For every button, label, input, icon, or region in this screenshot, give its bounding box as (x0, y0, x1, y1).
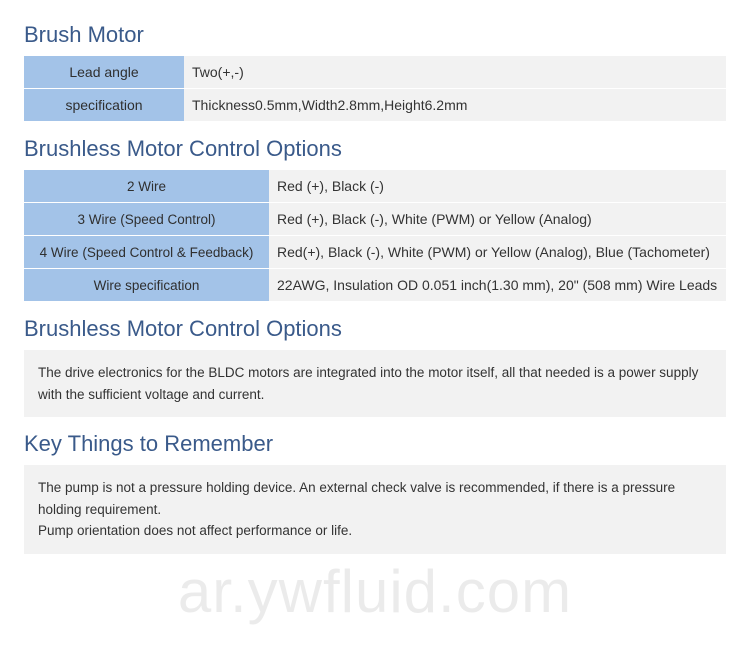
key-things-text: The pump is not a pressure holding devic… (24, 465, 726, 554)
brushless-options-table: 2 Wire Red (+), Black (-) 3 Wire (Speed … (24, 170, 726, 302)
row-value: Red(+), Black (-), White (PWM) or Yellow… (269, 236, 726, 269)
row-label: 4 Wire (Speed Control & Feedback) (24, 236, 269, 269)
key-things-title: Key Things to Remember (24, 431, 726, 457)
brushless-desc-title: Brushless Motor Control Options (24, 316, 726, 342)
row-label: Lead angle (24, 56, 184, 89)
row-label: Wire specification (24, 269, 269, 302)
row-value: 22AWG, Insulation OD 0.051 inch(1.30 mm)… (269, 269, 726, 302)
row-label: 2 Wire (24, 170, 269, 203)
row-label: specification (24, 89, 184, 122)
row-value: Red (+), Black (-) (269, 170, 726, 203)
row-label: 3 Wire (Speed Control) (24, 203, 269, 236)
key-things-line: The pump is not a pressure holding devic… (38, 477, 712, 520)
table-row: Lead angle Two(+,-) (24, 56, 726, 89)
brush-motor-table: Lead angle Two(+,-) specification Thickn… (24, 56, 726, 122)
table-row: 2 Wire Red (+), Black (-) (24, 170, 726, 203)
brushless-options-title: Brushless Motor Control Options (24, 136, 726, 162)
row-value: Thickness0.5mm,Width2.8mm,Height6.2mm (184, 89, 726, 122)
table-row: 4 Wire (Speed Control & Feedback) Red(+)… (24, 236, 726, 269)
watermark: ar.ywfluid.com (178, 557, 572, 626)
brushless-desc-text: The drive electronics for the BLDC motor… (24, 350, 726, 417)
table-row: specification Thickness0.5mm,Width2.8mm,… (24, 89, 726, 122)
row-value: Red (+), Black (-), White (PWM) or Yello… (269, 203, 726, 236)
key-things-line: Pump orientation does not affect perform… (38, 520, 712, 542)
table-row: 3 Wire (Speed Control) Red (+), Black (-… (24, 203, 726, 236)
row-value: Two(+,-) (184, 56, 726, 89)
table-row: Wire specification 22AWG, Insulation OD … (24, 269, 726, 302)
brush-motor-title: Brush Motor (24, 22, 726, 48)
